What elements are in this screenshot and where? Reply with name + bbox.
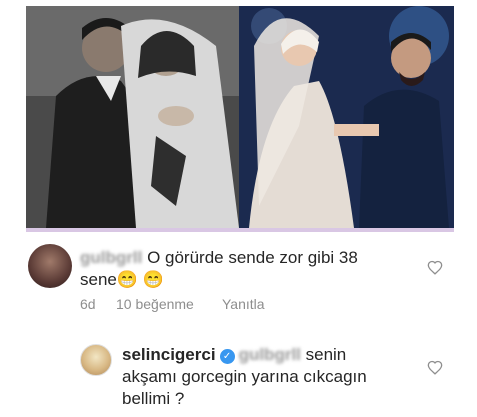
modern-wedding-photo <box>239 6 454 228</box>
comment-1-text-cont: sene <box>80 270 117 289</box>
grin-emoji-icon: 😁 <box>116 270 139 289</box>
comment-2-line-2: akşamı gorcegin yarına cıkcagın <box>122 367 367 386</box>
comment-2-username[interactable]: selincigerci <box>122 345 216 364</box>
vintage-wedding-illustration <box>26 6 239 228</box>
heart-icon[interactable] <box>427 360 443 375</box>
heart-icon[interactable] <box>427 260 443 275</box>
comment-1-reply-button[interactable]: Yanıtla <box>222 296 265 312</box>
post-divider <box>26 228 454 232</box>
modern-wedding-illustration <box>239 6 454 228</box>
grin-emoji-icon: 😁 <box>142 270 164 289</box>
comment-2-text: senin <box>305 345 347 364</box>
comment-2-line-1: selincigerci ✓ gulbgrll senin <box>122 344 346 366</box>
comment-1-line-1: gulbgrll O görürde sende zor gibi 38 <box>80 247 358 269</box>
comment-1-age: 6d <box>80 296 96 312</box>
verified-badge-icon: ✓ <box>219 349 235 364</box>
comment-2-mention[interactable]: gulbgrll <box>239 344 301 366</box>
vintage-wedding-photo <box>26 6 239 228</box>
comment-1-text: O görürde sende zor gibi 38 <box>147 248 358 267</box>
comment-1-line-2: sene😁 😁 <box>80 269 164 291</box>
comment-2-line-3: bellimi ? <box>122 389 185 408</box>
post-photo-collage <box>26 6 454 228</box>
comment-1-likes[interactable]: 10 beğenme <box>116 296 194 312</box>
comment-1-username[interactable]: gulbgrll <box>80 247 142 269</box>
commenter-avatar[interactable] <box>28 244 72 288</box>
author-avatar[interactable] <box>80 344 112 376</box>
